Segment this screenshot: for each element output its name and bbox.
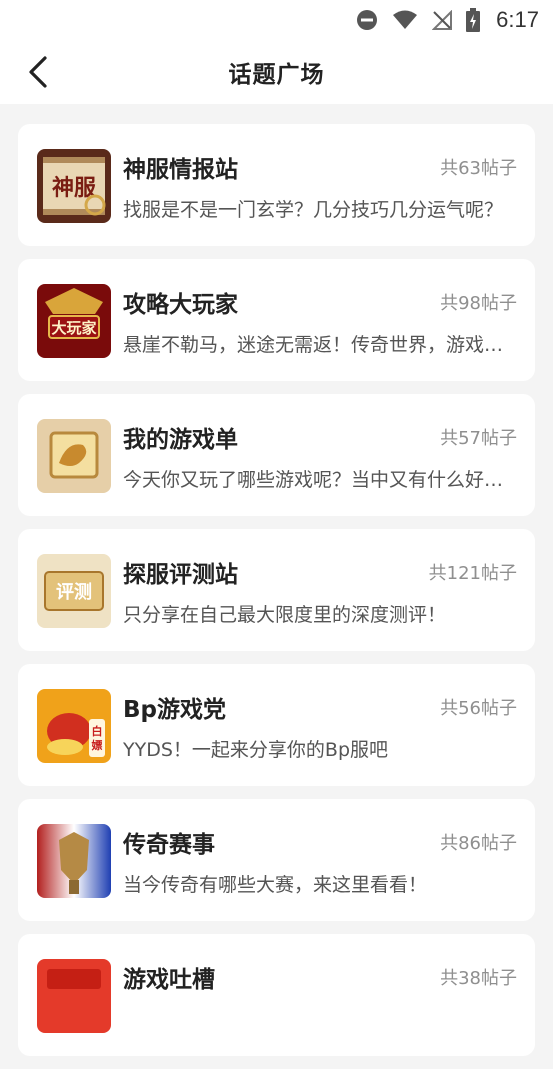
do-not-disturb-icon [356,9,378,31]
topic-post-count: 共63帖子 [440,158,517,179]
topic-card[interactable]: 传奇赛事 共86帖子 当今传奇有哪些大赛，来这里看看！ [18,799,535,921]
topic-thumbnail [37,419,111,493]
status-bar: 6:17 [0,0,553,40]
topic-thumbnail: 神服 [37,149,111,223]
chevron-left-icon [29,56,47,88]
topic-post-count: 共56帖子 [440,698,517,719]
topic-description: 今天你又玩了哪些游戏呢？当中又有什么好玩的 [123,469,508,491]
topic-post-count: 共121帖子 [428,563,517,584]
topic-title: 探服评测站 [123,562,238,588]
topic-card[interactable]: 我的游戏单 共57帖子 今天你又玩了哪些游戏呢？当中又有什么好玩的 [18,394,535,516]
topic-card[interactable]: 白 嫖 Bp游戏党 共56帖子 YYDS！一起来分享你的Bp服吧 [18,664,535,786]
topic-description: 当今传奇有哪些大赛，来这里看看！ [123,874,428,896]
topic-description: 只分享在自己最大限度里的深度测评！ [123,604,447,626]
svg-text:白: 白 [92,724,103,738]
topic-thumbnail: 评测 [37,554,111,628]
topic-thumbnail: 大玩家 [37,284,111,358]
svg-text:嫖: 嫖 [92,738,103,752]
topic-title: 游戏吐槽 [123,967,215,993]
status-time: 6:17 [496,7,539,32]
topic-card[interactable]: 游戏吐槽 共38帖子 [18,934,535,1056]
topic-card[interactable]: 评测 探服评测站 共121帖子 只分享在自己最大限度里的深度测评！ [18,529,535,651]
back-button[interactable] [18,52,58,92]
topic-post-count: 共38帖子 [440,968,517,989]
topic-title: 神服情报站 [123,157,238,183]
topic-title: 传奇赛事 [123,832,215,858]
topic-list: 神服 神服情报站 共63帖子 找服是不是一门玄学？几分技巧几分运气呢？ 大玩家 … [18,124,535,1069]
topic-description: 悬崖不勒马，迷途无需返！传奇世界，游戏攻略 [123,334,508,356]
topic-card[interactable]: 神服 神服情报站 共63帖子 找服是不是一门玄学？几分技巧几分运气呢？ [18,124,535,246]
svg-text:评测: 评测 [56,581,92,603]
topic-thumbnail [37,959,111,1033]
topic-post-count: 共98帖子 [440,293,517,314]
page-title: 话题广场 [228,62,325,88]
topic-title: 攻略大玩家 [123,292,238,318]
topic-thumbnail [37,824,111,898]
wifi-icon [392,10,418,30]
topic-description: YYDS！一起来分享你的Bp服吧 [123,739,388,761]
topic-title: 我的游戏单 [123,427,238,453]
svg-text:大玩家: 大玩家 [51,319,96,337]
topic-card[interactable]: 大玩家 攻略大玩家 共98帖子 悬崖不勒马，迷途无需返！传奇世界，游戏攻略 [18,259,535,381]
topic-thumbnail: 白 嫖 [37,689,111,763]
no-signal-icon [432,10,453,30]
topic-title: Bp游戏党 [123,697,226,723]
topic-description: 找服是不是一门玄学？几分技巧几分运气呢？ [123,199,504,221]
topic-post-count: 共86帖子 [440,833,517,854]
battery-charging-icon [466,8,481,32]
app-header: 话题广场 [0,40,553,104]
topic-post-count: 共57帖子 [440,428,517,449]
